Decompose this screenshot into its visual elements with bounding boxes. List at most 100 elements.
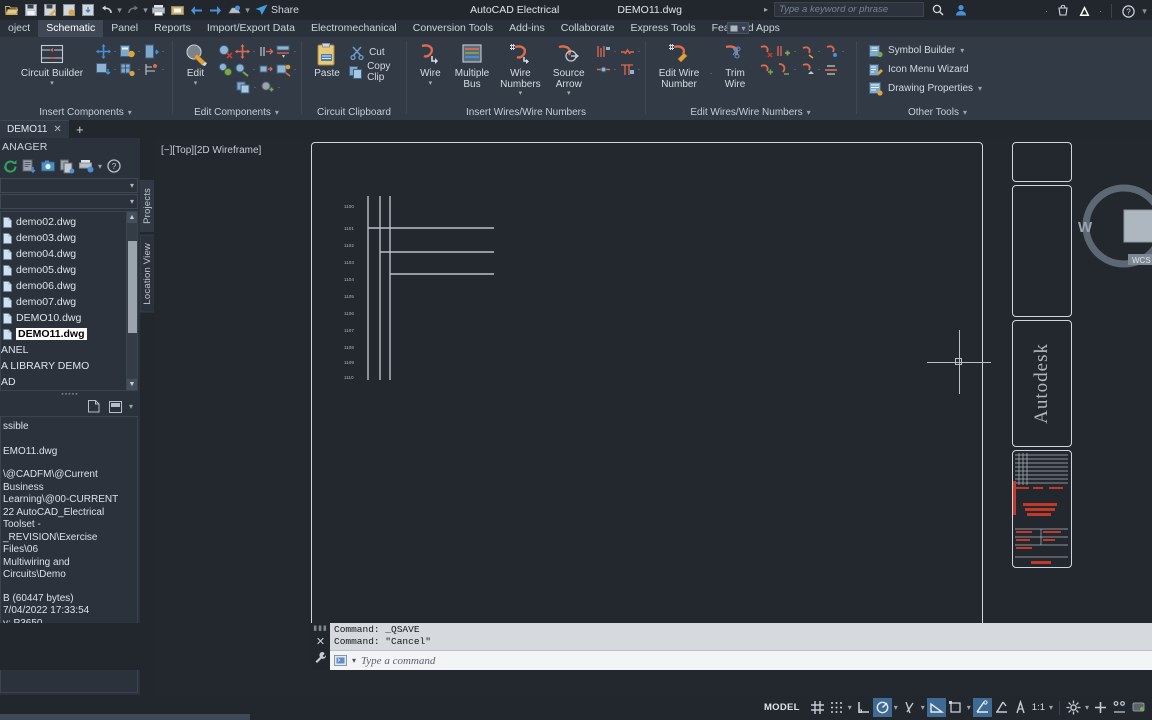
insert-component-icon[interactable]: [95, 43, 111, 59]
paste-button[interactable]: Paste: [310, 41, 344, 80]
panel-expand-icon[interactable]: ▾: [274, 108, 280, 117]
open-icon[interactable]: [2, 1, 21, 19]
search-expand-icon[interactable]: ▸: [764, 5, 768, 14]
plot-project-icon[interactable]: [78, 158, 94, 174]
palette-tab-projects[interactable]: Projects: [139, 180, 155, 232]
ribbon-tab-electromechanical[interactable]: Electromechanical: [303, 20, 405, 37]
list-item[interactable]: ANEL: [1, 342, 137, 358]
hardware-acceleration-icon[interactable]: [1129, 698, 1148, 717]
ribbon-tab-add-ins[interactable]: Add-ins: [501, 20, 553, 37]
command-history[interactable]: Command: _QSAVE Command: "Cancel": [330, 623, 1152, 650]
symbol-builder-dropdown-icon[interactable]: ▾: [959, 46, 965, 55]
wire-numbers-button[interactable]: Wire Numbers ▾: [496, 41, 544, 97]
panel-title-edit-components[interactable]: Edit Components ▾: [176, 105, 298, 120]
symbol-builder-button[interactable]: Symbol Builder ▾: [868, 41, 965, 60]
swap-update-block-icon[interactable]: [217, 61, 233, 77]
edit-component-button[interactable]: Edit ▾: [176, 41, 215, 87]
help-icon[interactable]: ?: [1119, 2, 1138, 20]
list-item[interactable]: demo07.dwg: [1, 294, 137, 310]
redo-icon[interactable]: [123, 1, 142, 19]
search-icon[interactable]: [928, 1, 947, 19]
ortho-mode-toggle[interactable]: [854, 698, 873, 717]
circuit-builder-button[interactable]: Circuit Builder ▾: [15, 41, 89, 87]
three-phase-icon[interactable]: [619, 61, 635, 77]
panel-expand-icon[interactable]: ▾: [127, 108, 133, 117]
source-arrow-button[interactable]: Source Arrow ▾: [547, 41, 591, 97]
copy-catalog-assignment-icon[interactable]: [235, 79, 251, 95]
workspace-dropdown-icon[interactable]: ▾: [1083, 703, 1091, 712]
update-component-icon[interactable]: [259, 79, 275, 95]
move-component-dropdown-icon[interactable]: ·: [251, 47, 257, 56]
command-grip-icon[interactable]: ▮▮▮: [313, 624, 328, 632]
drawing-properties-button[interactable]: Drawing Properties ▾: [868, 79, 983, 98]
panel-title-insert-components[interactable]: Insert Components ▾: [3, 105, 169, 120]
ribbon-tab-project[interactable]: oject: [0, 20, 38, 37]
retag-component-icon[interactable]: [258, 61, 274, 77]
list-item-selected[interactable]: DEMO11.dwg: [1, 326, 137, 342]
project-filter-combo[interactable]: ▾: [0, 194, 138, 209]
annotation-scale-label[interactable]: 1:1: [1030, 702, 1047, 713]
insert-panel-component-icon[interactable]: [119, 43, 135, 59]
insert-component-catalog-icon[interactable]: [119, 61, 135, 77]
edit-attribute-icon[interactable]: [234, 61, 250, 77]
panel-title-edit-wires[interactable]: Edit Wires/Wire Numbers ▾: [649, 105, 853, 120]
autodesk-dropdown-icon[interactable]: ·: [1097, 6, 1104, 16]
2d-object-snap-toggle[interactable]: [946, 698, 965, 717]
isometric-drafting-toggle[interactable]: [900, 698, 919, 717]
list-item[interactable]: demo04.dwg: [1, 246, 137, 262]
palette-tab-location-view[interactable]: Location View: [139, 234, 155, 313]
project-drawing-tree[interactable]: demo02.dwg demo03.dwg demo04.dwg demo05.…: [0, 211, 138, 391]
isometric-dropdown-icon[interactable]: ▾: [919, 703, 927, 712]
autodesk-icon[interactable]: [1075, 2, 1094, 20]
snap-dropdown-icon[interactable]: ▾: [846, 703, 854, 712]
icon-menu-wizard-button[interactable]: Icon Menu Wizard: [868, 60, 969, 79]
forward-icon[interactable]: [206, 1, 225, 19]
add-wire-number-dropdown-icon[interactable]: ·: [792, 47, 798, 56]
save-icon[interactable]: [21, 1, 40, 19]
drawing-tree-scrollbar[interactable]: ▲ ▼: [126, 212, 137, 390]
panel-display-dropdown-icon[interactable]: ▾: [741, 24, 747, 33]
ribbon-tab-collaborate[interactable]: Collaborate: [553, 20, 623, 37]
workspace-switching-icon[interactable]: [1064, 698, 1083, 717]
chevron-down-icon[interactable]: ▾: [130, 181, 134, 190]
publish-icon[interactable]: [225, 1, 244, 19]
redo-dropdown-icon[interactable]: ▾: [142, 5, 149, 16]
ribbon-tab-schematic[interactable]: Schematic: [38, 20, 104, 37]
ribbon-tab-express-tools[interactable]: Express Tools: [622, 20, 703, 37]
ribbon-tab-reports[interactable]: Reports: [146, 20, 199, 37]
stretch-wire-number-icon[interactable]: [775, 61, 791, 77]
scroll-thumb[interactable]: [128, 241, 137, 333]
gap-dropdown-icon[interactable]: ·: [636, 47, 642, 56]
drawing-canvas[interactable]: [−][Top][2D Wireframe] 1100 1101 1102 11…: [154, 138, 1152, 695]
ribbon-tab-panel[interactable]: Panel: [103, 20, 146, 37]
insert-wire-number-icon[interactable]: [799, 43, 815, 59]
batch-plot-icon[interactable]: [168, 1, 187, 19]
three-phase-dropdown-icon[interactable]: ·: [636, 65, 642, 74]
scroll-down-icon[interactable]: ▼: [126, 379, 137, 390]
list-item[interactable]: demo03.dwg: [1, 230, 137, 246]
update-component-dropdown-icon[interactable]: ·: [276, 83, 282, 92]
viewport-label[interactable]: [−][Top][2D Wireframe]: [161, 145, 261, 156]
move-wire-number-dropdown-icon[interactable]: ·: [840, 47, 846, 56]
stretch-wire-number-dropdown-icon[interactable]: ·: [792, 65, 798, 74]
project-selector-combo[interactable]: ▾: [0, 178, 138, 193]
polar-dropdown-icon[interactable]: ▾: [892, 703, 900, 712]
scoot-icon[interactable]: [258, 43, 274, 59]
cut-button[interactable]: Cut: [349, 43, 403, 62]
ladder-dropdown-icon[interactable]: ·: [612, 65, 618, 74]
insert-panel-component-dropdown-icon[interactable]: ·: [136, 47, 142, 56]
palette-splitter[interactable]: ▪▪▪▪▪: [0, 391, 140, 398]
edit-wire-number-button[interactable]: Edit Wire Number: [652, 41, 706, 90]
panel-expand-icon[interactable]: ▾: [962, 108, 968, 117]
scroll-track[interactable]: [127, 223, 137, 379]
selection-cycling-toggle[interactable]: [1011, 698, 1030, 717]
copy-circuit-dropdown-icon[interactable]: ·: [160, 65, 166, 74]
customize-icon[interactable]: [314, 651, 327, 667]
add-wire-number-icon[interactable]: [775, 43, 791, 59]
details-dropdown-icon[interactable]: ▾: [128, 402, 134, 411]
search-input[interactable]: Type a keyword or phrase: [774, 2, 924, 17]
source-arrow-dropdown-icon[interactable]: ▾: [567, 90, 571, 97]
gap-icon[interactable]: [619, 43, 635, 59]
delete-component-icon[interactable]: [217, 43, 233, 59]
add-drawing-icon[interactable]: [40, 158, 56, 174]
